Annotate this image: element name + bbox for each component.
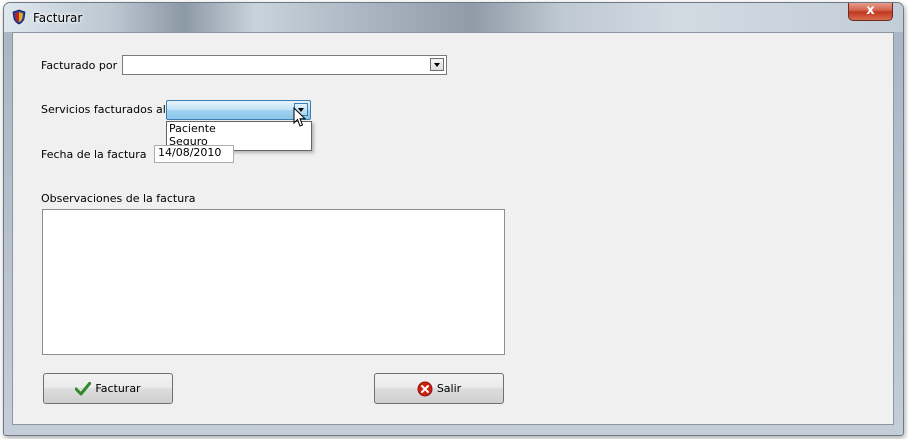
facturado-por-label: Facturado por	[41, 59, 118, 72]
salir-button-label: Salir	[436, 382, 462, 395]
facturado-por-combo[interactable]	[122, 55, 447, 75]
app-shield-icon	[12, 9, 26, 25]
salir-button[interactable]: Salir	[374, 373, 504, 404]
red-x-circle-icon	[417, 381, 433, 396]
dropdown-option-paciente[interactable]: Paciente	[167, 122, 311, 135]
facturar-button-label: Facturar	[95, 382, 141, 395]
mouse-pointer-icon	[293, 107, 307, 127]
close-button[interactable]: x	[848, 3, 893, 21]
title-bar[interactable]: Facturar x	[4, 3, 903, 32]
servicios-label: Servicios facturados al	[41, 103, 166, 116]
checkmark-icon	[75, 381, 92, 395]
fecha-label: Fecha de la factura	[41, 148, 147, 161]
observaciones-textarea[interactable]	[42, 209, 505, 355]
fecha-field[interactable]: 14/08/2010	[154, 145, 234, 163]
window-title: Facturar	[33, 11, 83, 25]
observaciones-label: Observaciones de la factura	[41, 192, 196, 205]
servicios-combo[interactable]	[166, 100, 311, 120]
form-panel: Facturado por Servicios facturados al Pa…	[12, 32, 894, 425]
chevron-down-icon[interactable]	[430, 58, 444, 71]
facturar-button[interactable]: Facturar	[43, 373, 173, 404]
facturar-window: Facturar x Facturado por Servicios factu…	[3, 2, 904, 436]
